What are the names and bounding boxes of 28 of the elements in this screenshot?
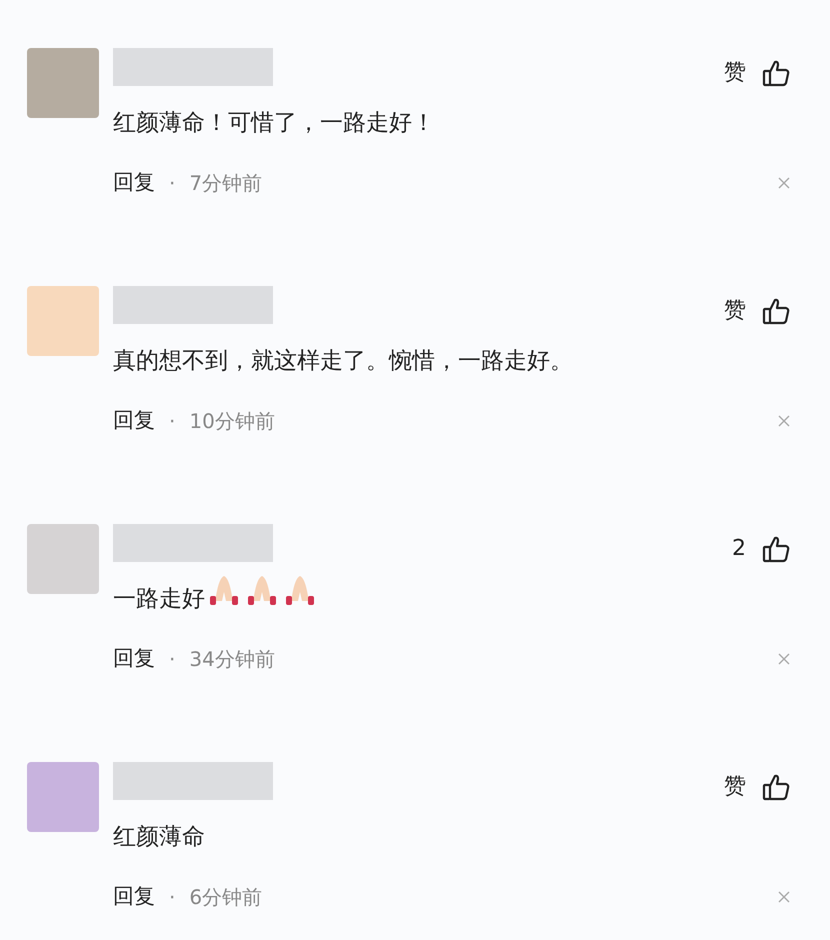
comment-time: 7分钟前 — [189, 170, 262, 197]
separator-dot: · — [169, 884, 176, 911]
like-count: 2 — [732, 535, 746, 563]
comment-time: 6分钟前 — [189, 884, 262, 911]
thumbs-up-icon[interactable] — [762, 296, 790, 324]
reply-link[interactable]: 回复 — [113, 881, 155, 913]
reply-link[interactable]: 回复 — [113, 167, 155, 199]
comment-text: 一路走好 — [113, 585, 205, 614]
separator-dot: · — [169, 408, 176, 435]
like-count: 赞 — [724, 297, 746, 325]
reply-link[interactable]: 回复 — [113, 643, 155, 675]
like-count: 赞 — [724, 59, 746, 87]
reply-link[interactable]: 回复 — [113, 405, 155, 437]
thumbs-up-icon[interactable] — [762, 772, 790, 800]
comment-time: 10分钟前 — [189, 408, 275, 435]
close-icon[interactable] — [778, 414, 790, 427]
like-count: 赞 — [724, 773, 746, 801]
close-icon[interactable] — [778, 176, 790, 189]
separator-dot: · — [169, 646, 176, 673]
comment-text: 红颜薄命！可惜了，一路走好！ — [113, 109, 435, 138]
comment-text: 真的想不到，就这样走了。惋惜，一路走好。 — [113, 347, 573, 376]
thumbs-up-icon[interactable] — [762, 58, 790, 86]
comment-time: 34分钟前 — [189, 646, 275, 673]
separator-dot: · — [169, 170, 176, 197]
comment-text: 红颜薄命 — [113, 823, 205, 852]
thumbs-up-icon[interactable] — [762, 534, 790, 562]
close-icon[interactable] — [778, 890, 790, 903]
close-icon[interactable] — [778, 652, 790, 665]
